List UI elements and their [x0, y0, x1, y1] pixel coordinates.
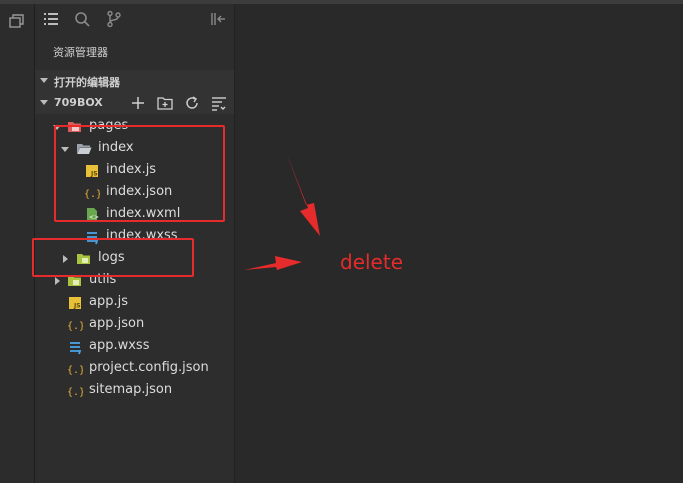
annotation-arrows	[244, 152, 320, 270]
annotation-delete-label: delete	[340, 250, 404, 274]
annotation-arrow-left	[244, 256, 302, 270]
annotation-arrow-down	[286, 152, 320, 236]
